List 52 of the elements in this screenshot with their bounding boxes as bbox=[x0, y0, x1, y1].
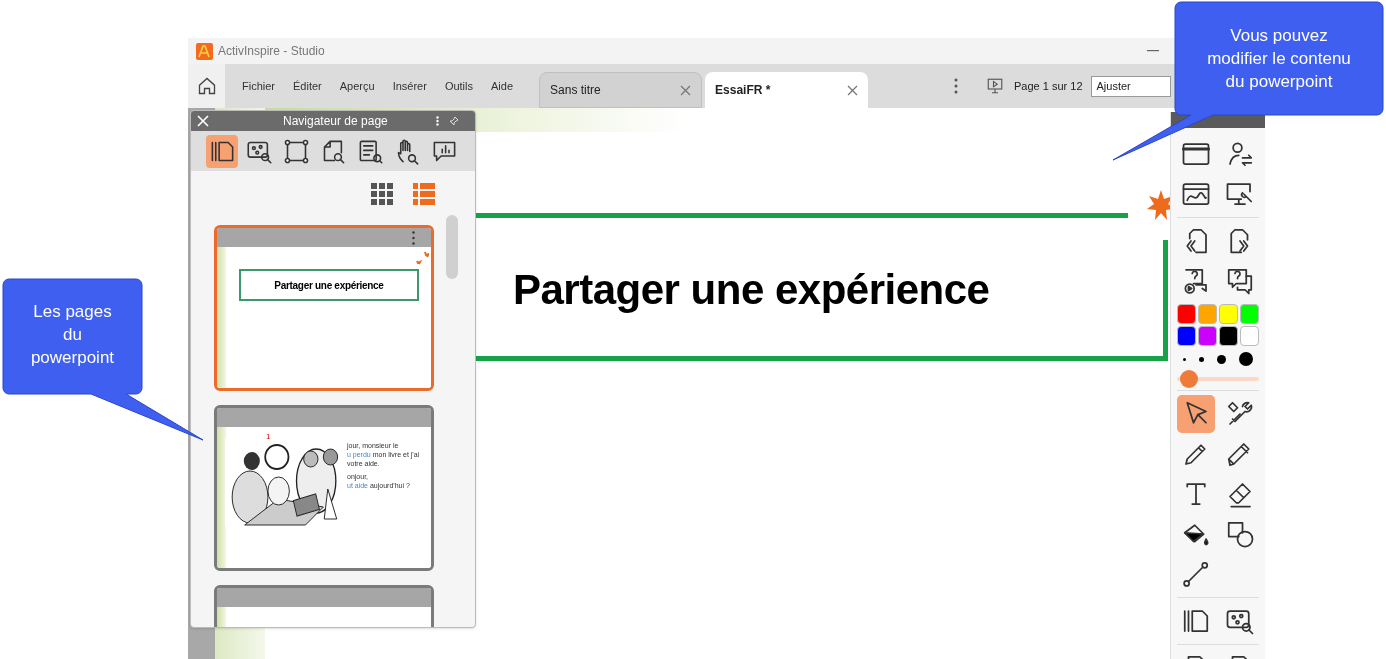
pin-icon[interactable] bbox=[449, 116, 459, 126]
color-swatch[interactable] bbox=[1219, 304, 1238, 324]
menu-item[interactable]: Outils bbox=[444, 77, 473, 95]
slide-marker: 1 bbox=[266, 431, 271, 443]
leaf-icon bbox=[413, 251, 429, 267]
home-icon bbox=[196, 76, 217, 96]
thumbnail-title: Partager une expérience bbox=[274, 278, 384, 293]
page-indicator: Page 1 sur 12 bbox=[1014, 78, 1083, 94]
color-swatch[interactable] bbox=[1198, 304, 1217, 324]
document-tab[interactable]: Sans titre bbox=[539, 72, 703, 108]
callout-text: Les pages du powerpoint bbox=[29, 301, 116, 369]
color-swatch[interactable] bbox=[1198, 326, 1217, 346]
panel-title: Navigateur de page bbox=[283, 113, 388, 130]
leaf-icon bbox=[1146, 188, 1170, 222]
menu-item[interactable]: Fichier bbox=[242, 77, 275, 95]
app-logo-icon bbox=[196, 42, 213, 60]
tab-label: Sans titre bbox=[550, 82, 601, 99]
menu-item[interactable]: Aide bbox=[491, 77, 514, 95]
close-icon[interactable] bbox=[680, 84, 692, 96]
list-view-icon[interactable] bbox=[413, 183, 435, 205]
document-tab[interactable]: EssaiFR * bbox=[705, 72, 869, 108]
question-bubble-icon bbox=[1225, 266, 1255, 296]
presentation-icon[interactable] bbox=[986, 77, 1005, 95]
more-icon[interactable] bbox=[954, 78, 959, 94]
menu-item[interactable]: Aperçu bbox=[339, 77, 375, 95]
window-title: ActivInspire - Studio bbox=[218, 43, 325, 60]
menu-item[interactable]: Éditer bbox=[293, 77, 322, 95]
grid-view-icon[interactable] bbox=[371, 183, 393, 205]
tab-label: EssaiFR * bbox=[715, 82, 771, 99]
minimize-icon[interactable] bbox=[1147, 50, 1159, 52]
color-swatch[interactable] bbox=[1177, 326, 1196, 346]
navigator-tab[interactable] bbox=[206, 134, 238, 168]
more-icon[interactable] bbox=[412, 230, 415, 245]
more-icon[interactable] bbox=[436, 116, 439, 126]
tool-button[interactable] bbox=[1177, 395, 1215, 433]
color-swatch[interactable] bbox=[1177, 304, 1196, 324]
menu-item[interactable]: Insérer bbox=[392, 77, 427, 95]
color-swatch[interactable] bbox=[1219, 326, 1238, 346]
width-slider[interactable] bbox=[1177, 370, 1259, 388]
slide-title: Partager une expérience bbox=[513, 265, 990, 315]
slider-thumb[interactable] bbox=[1179, 370, 1198, 388]
frame-icon bbox=[282, 137, 310, 165]
home-button[interactable] bbox=[188, 64, 225, 108]
color-swatch[interactable] bbox=[1240, 326, 1259, 346]
shapes-icon bbox=[1225, 519, 1255, 549]
close-icon[interactable] bbox=[847, 84, 859, 96]
page-thumbnail[interactable]: Partager une expérience bbox=[214, 225, 434, 391]
scrollbar[interactable] bbox=[446, 215, 458, 279]
zoom-field[interactable]: Ajuster bbox=[1090, 75, 1171, 97]
callout-text: Vous pouvez modifier le contenu du powerpoint bbox=[1206, 25, 1352, 93]
color-swatch[interactable] bbox=[1240, 304, 1259, 324]
connector-icon bbox=[1181, 559, 1211, 589]
